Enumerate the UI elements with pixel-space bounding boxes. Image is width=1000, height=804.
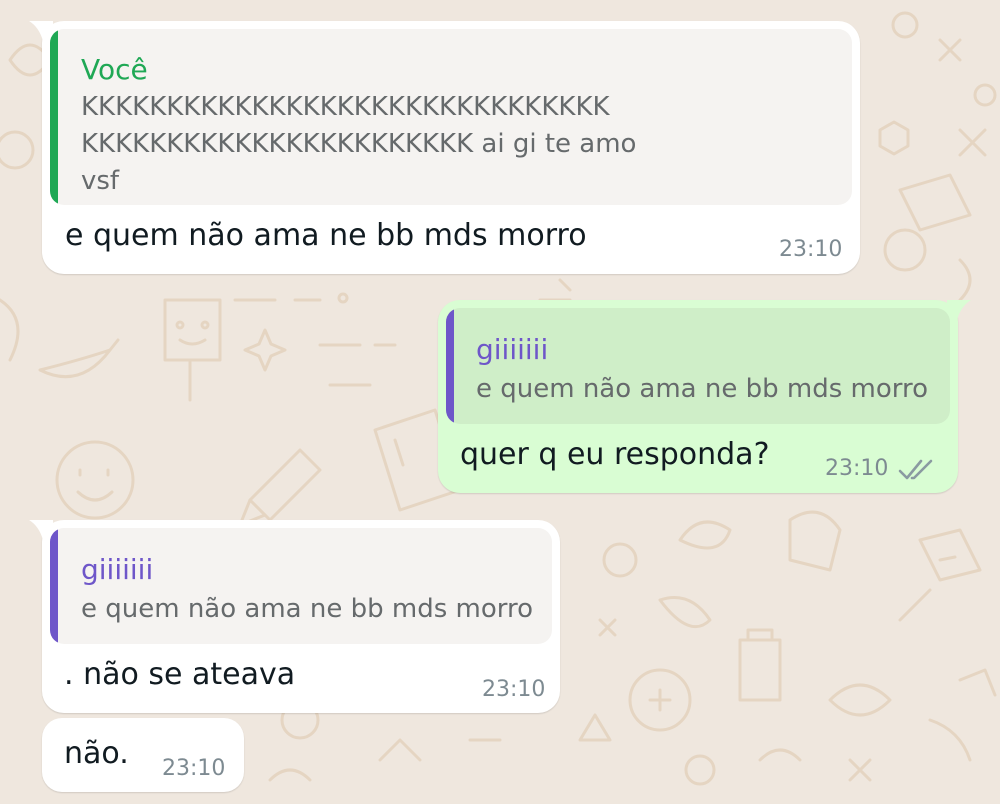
quote-bar (446, 308, 454, 424)
message-text: e quem não ama ne bb mds morro (65, 218, 587, 253)
quote-text: e quem não ama ne bb mds morro (476, 374, 929, 404)
message-timestamp: 23:10 (482, 677, 546, 702)
quoted-message[interactable]: Você KKKKKKKKKKKKKKKKKKKKKKKKKKKKKKK KKK… (50, 29, 852, 205)
message-text: . não se ateava (64, 657, 296, 692)
message-bubble-incoming[interactable]: não. 23:10 (42, 718, 244, 792)
double-check-icon (898, 459, 933, 480)
quote-bar (50, 528, 58, 644)
message-bubble-incoming[interactable]: Você KKKKKKKKKKKKKKKKKKKKKKKKKKKKKKK KKK… (29, 21, 860, 274)
quote-text: KKKKKKKKKKKKKKKKKKKKKKKKKKKKKKK KKKKKKKK… (81, 92, 637, 196)
quote-author: Você (81, 53, 148, 86)
message-timestamp: 23:10 (779, 237, 843, 262)
quote-text: e quem não ama ne bb mds morro (81, 594, 534, 624)
quote-author: giiiiiii (81, 553, 154, 586)
message-timestamp: 23:10 (825, 456, 889, 481)
message-timestamp: 23:10 (162, 756, 226, 781)
quoted-message[interactable]: giiiiiii e quem não ama ne bb mds morro (50, 528, 552, 644)
quote-author: giiiiiii (476, 333, 549, 366)
message-text: quer q eu responda? (460, 437, 770, 472)
message-bubble-outgoing[interactable]: giiiiiii e quem não ama ne bb mds morro … (438, 300, 971, 493)
popsicle-doodle (163, 298, 222, 362)
message-bubble-incoming[interactable]: giiiiiii e quem não ama ne bb mds morro … (29, 520, 560, 713)
message-text: não. (64, 736, 129, 771)
quoted-message[interactable]: giiiiiii e quem não ama ne bb mds morro (446, 308, 950, 424)
bubble-tail (947, 300, 971, 320)
quote-bar (50, 29, 58, 205)
